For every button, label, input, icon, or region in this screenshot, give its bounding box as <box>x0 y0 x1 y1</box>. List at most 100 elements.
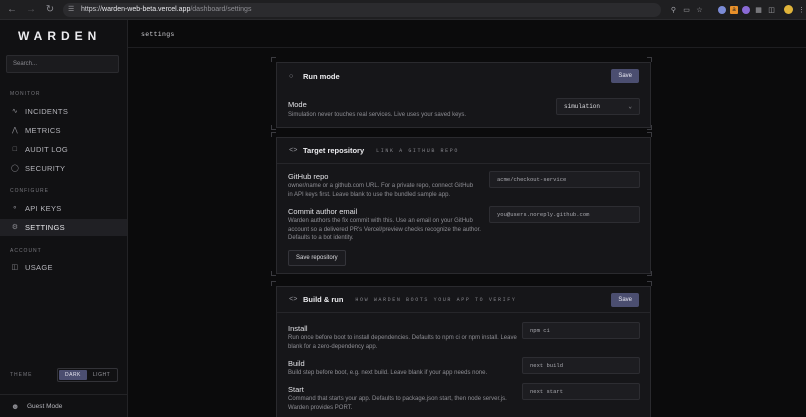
github-repo-input[interactable]: acme/checkout-service <box>489 171 640 188</box>
browser-menu-icon[interactable]: ⋮ <box>797 5 806 14</box>
layers-icon: ◫ <box>11 263 19 271</box>
search-input[interactable]: Search... <box>6 55 119 73</box>
address-bar[interactable]: ☰ https://warden-web-beta.vercel.app/das… <box>63 2 661 17</box>
theme-dark-button[interactable]: DARK <box>59 370 87 380</box>
extension-amazon-icon[interactable]: a <box>730 5 738 14</box>
sidebar: WARDEN Search... MONITOR ∿ INCIDENTS ⋀ M… <box>0 20 128 417</box>
start-input[interactable]: next start <box>522 383 640 400</box>
build-label: Build <box>288 359 305 368</box>
document-icon: □ <box>12 145 18 153</box>
commit-email-label: Commit author email <box>288 207 358 216</box>
target-repository-header: <> Target repository LINK A GITHUB REPO <box>277 138 650 164</box>
theme-toggle: THEME DARK LIGHT <box>10 368 119 382</box>
save-repository-button[interactable]: Save repository <box>288 250 346 266</box>
sidebar-item-label: SETTINGS <box>25 223 65 232</box>
sidebar-item-label: AUDIT LOG <box>25 145 68 154</box>
code-icon: <> <box>289 146 298 155</box>
build-input[interactable]: next build <box>522 357 640 374</box>
build-run-title: Build & run <box>303 295 344 304</box>
profile-avatar-icon[interactable] <box>784 5 793 14</box>
section-label-account: ACCOUNT <box>10 248 42 254</box>
theme-segmented-control: DARK LIGHT <box>57 368 119 382</box>
corner-mark <box>647 125 652 130</box>
url-host: warden-web-beta.vercel.app <box>102 6 191 13</box>
chart-icon: ⋀ <box>11 126 19 134</box>
app-logo[interactable]: WARDEN <box>18 29 101 43</box>
user-name: Guest Mode <box>27 402 63 410</box>
sidebar-item-label: SECURITY <box>25 164 66 173</box>
extensions-puzzle-icon[interactable]: ▦ <box>754 5 763 14</box>
corner-mark <box>647 281 652 286</box>
code-icon: <> <box>289 295 298 304</box>
build-run-header: <> Build & run HOW WARDEN BOOTS YOUR APP… <box>277 287 650 313</box>
back-icon[interactable]: ← <box>5 3 19 17</box>
sidebar-item-incidents[interactable]: ∿ INCIDENTS <box>0 103 127 120</box>
sidebar-item-usage[interactable]: ◫ USAGE <box>0 259 127 276</box>
cast-icon[interactable]: ▭ <box>682 5 691 14</box>
install-label: Install <box>288 324 308 333</box>
target-repository-title: Target repository <box>303 146 365 155</box>
forward-icon[interactable]: → <box>24 3 38 17</box>
bookmark-star-icon[interactable]: ☆ <box>695 5 704 14</box>
commit-email-help: Warden authors the fix commit with this.… <box>288 218 481 241</box>
start-label: Start <box>288 385 304 394</box>
zoom-icon[interactable]: ⚲ <box>669 5 678 14</box>
corner-mark <box>271 125 276 130</box>
corner-mark <box>647 132 652 137</box>
browser-toolbar: ← → ↻ ☰ https://warden-web-beta.vercel.a… <box>0 0 806 20</box>
key-icon: ⚬ <box>11 204 19 212</box>
user-menu[interactable]: ☻ Guest Mode <box>0 394 128 417</box>
mode-select-value: simulation <box>564 103 601 110</box>
url-prefix: https:// <box>81 6 103 13</box>
install-help: Run once before boot to install dependen… <box>288 335 517 350</box>
build-run-save-button[interactable]: Save <box>611 293 639 307</box>
page-title: settings <box>141 31 175 38</box>
sidebar-item-label: METRICS <box>25 126 61 135</box>
corner-mark <box>647 271 652 276</box>
sidebar-item-audit-log[interactable]: □ AUDIT LOG <box>0 141 127 158</box>
mode-select[interactable]: simulation ⌄ <box>556 98 640 115</box>
shield-icon: ◯ <box>11 164 20 172</box>
run-mode-card: ○ Run mode Save Mode Simulation never to… <box>276 62 651 128</box>
start-help: Command that starts your app. Defaults t… <box>288 396 507 411</box>
chevron-down-icon: ⌄ <box>628 103 632 110</box>
commit-email-input[interactable]: you@users.noreply.github.com <box>489 206 640 223</box>
target-repository-subtitle: LINK A GITHUB REPO <box>376 147 459 154</box>
mode-help: Simulation never touches real services. … <box>288 112 467 118</box>
sidebar-item-metrics[interactable]: ⋀ METRICS <box>0 122 127 139</box>
run-mode-title: Run mode <box>303 71 340 81</box>
circle-icon: ○ <box>289 72 294 80</box>
sidebar-item-label: INCIDENTS <box>25 107 69 116</box>
site-info-icon[interactable]: ☰ <box>68 6 76 14</box>
extension-blue-icon[interactable] <box>718 5 726 14</box>
install-input[interactable]: npm ci <box>522 322 640 339</box>
theme-light-button[interactable]: LIGHT <box>87 370 116 380</box>
top-bar: settings <box>128 20 806 48</box>
corner-mark <box>271 132 276 137</box>
sidebar-item-security[interactable]: ◯ SECURITY <box>0 160 127 177</box>
extension-purple-icon[interactable] <box>708 5 714 14</box>
extension-violet-icon[interactable] <box>742 5 750 14</box>
run-mode-save-button[interactable]: Save <box>611 69 639 83</box>
sidebar-item-label: API KEYS <box>25 204 62 213</box>
corner-mark <box>647 57 652 62</box>
build-help: Build step before boot, e.g. next build.… <box>288 370 488 376</box>
section-label-configure: CONFIGURE <box>10 188 49 194</box>
section-label-monitor: MONITOR <box>10 91 41 97</box>
sidebar-item-api-keys[interactable]: ⚬ API KEYS <box>0 200 127 217</box>
corner-mark <box>271 271 276 276</box>
build-run-subtitle: HOW WARDEN BOOTS YOUR APP TO VERIFY <box>355 296 517 303</box>
gear-icon: ⚙ <box>11 223 19 231</box>
theme-label: THEME <box>10 372 33 378</box>
build-run-card: <> Build & run HOW WARDEN BOOTS YOUR APP… <box>276 286 651 417</box>
corner-mark <box>271 57 276 62</box>
sidebar-panel-icon[interactable]: ◫ <box>767 5 776 14</box>
github-repo-label: GitHub repo <box>288 172 329 181</box>
github-repo-help: owner/name or a github.com URL. For a pr… <box>288 183 474 198</box>
reload-icon[interactable]: ↻ <box>43 3 57 17</box>
sidebar-item-settings[interactable]: ⚙ SETTINGS <box>0 219 127 236</box>
run-mode-header: ○ Run mode <box>277 63 650 89</box>
corner-mark <box>271 281 276 286</box>
target-repository-card: <> Target repository LINK A GITHUB REPO … <box>276 137 651 274</box>
activity-icon: ∿ <box>11 107 19 115</box>
